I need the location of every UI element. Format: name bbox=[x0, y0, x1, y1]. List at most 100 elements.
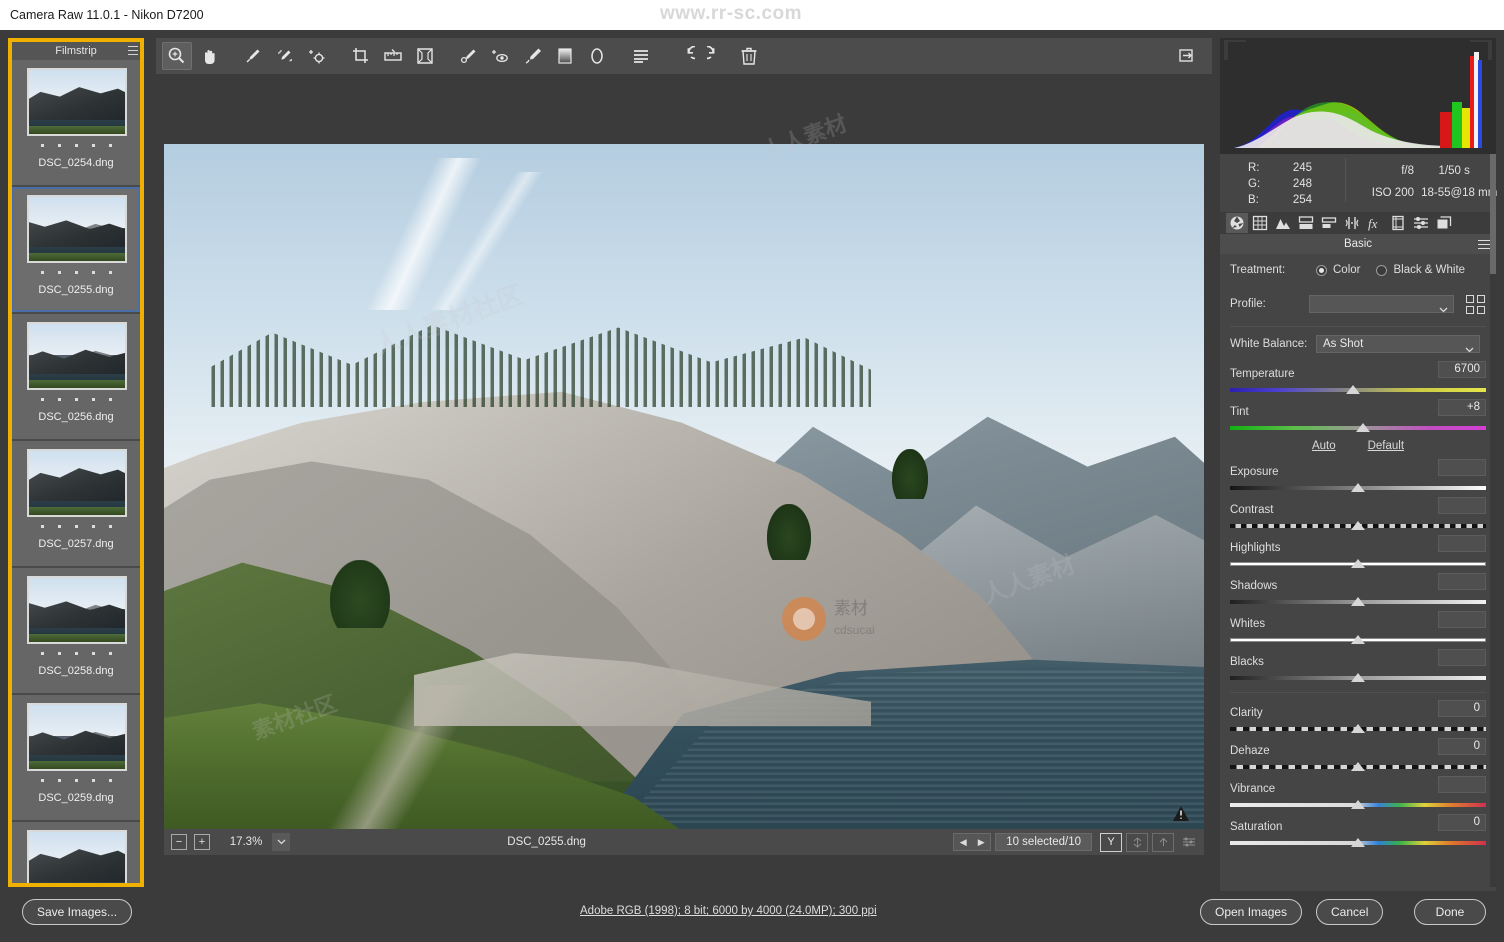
blacks-value[interactable] bbox=[1438, 649, 1486, 666]
selection-count[interactable]: 10 selected/10 bbox=[995, 833, 1092, 851]
dehaze-slider[interactable]: Dehaze0 bbox=[1230, 741, 1486, 769]
crop-tool-icon[interactable] bbox=[346, 42, 376, 70]
filmstrip-thumbnail[interactable]: DSC_0254.dng bbox=[12, 60, 140, 185]
filmstrip-thumbnail[interactable]: DSC_0257.dng bbox=[12, 441, 140, 566]
exposure-slider[interactable]: Exposure bbox=[1230, 462, 1486, 490]
auto-button[interactable]: Auto bbox=[1312, 440, 1336, 460]
exposure-track[interactable] bbox=[1230, 486, 1486, 490]
shadows-slider[interactable]: Shadows bbox=[1230, 576, 1486, 604]
thumbnail-rating-dots[interactable] bbox=[14, 652, 138, 655]
save-images-button[interactable]: Save Images... bbox=[22, 899, 132, 925]
white-balance-select[interactable]: As Shot bbox=[1316, 335, 1480, 353]
blacks-handle[interactable] bbox=[1351, 673, 1365, 682]
filmstrip-settings-icon[interactable] bbox=[1178, 833, 1200, 852]
tint-track[interactable] bbox=[1230, 426, 1486, 430]
targeted-adjustment-icon[interactable] bbox=[302, 42, 332, 70]
exposure-handle[interactable] bbox=[1351, 483, 1365, 492]
contrast-handle[interactable] bbox=[1351, 521, 1365, 530]
zoom-tool-icon[interactable] bbox=[162, 42, 192, 70]
tint-value[interactable]: +8 bbox=[1438, 399, 1486, 416]
panel-tab-strip[interactable]: fx bbox=[1220, 212, 1496, 234]
split-toning-panel-icon[interactable] bbox=[1318, 213, 1340, 233]
color-sampler-icon[interactable] bbox=[270, 42, 300, 70]
calibration-panel-icon[interactable] bbox=[1387, 213, 1409, 233]
thumbnail-rating-dots[interactable] bbox=[14, 271, 138, 274]
filmstrip-thumbnail[interactable]: DSC_0259.dng bbox=[12, 695, 140, 820]
cancel-button[interactable]: Cancel bbox=[1316, 899, 1383, 925]
tint-handle[interactable] bbox=[1356, 423, 1370, 432]
dehaze-track[interactable] bbox=[1230, 765, 1486, 769]
filmstrip-thumbnail[interactable]: DSC_0255.dng bbox=[12, 187, 140, 312]
open-images-button[interactable]: Open Images bbox=[1200, 899, 1302, 925]
workflow-options-link[interactable]: Adobe RGB (1998); 8 bit; 6000 by 4000 (2… bbox=[580, 905, 877, 917]
shadows-handle[interactable] bbox=[1351, 597, 1365, 606]
clarity-slider[interactable]: Clarity0 bbox=[1230, 703, 1486, 731]
graduated-filter-icon[interactable] bbox=[550, 42, 580, 70]
done-button[interactable]: Done bbox=[1414, 899, 1486, 925]
straighten-tool-icon[interactable] bbox=[378, 42, 408, 70]
whites-handle[interactable] bbox=[1351, 635, 1365, 644]
dehaze-value[interactable]: 0 bbox=[1438, 738, 1486, 755]
contrast-slider[interactable]: Contrast bbox=[1230, 500, 1486, 528]
next-image-button[interactable]: ▶ bbox=[972, 837, 990, 848]
clipping-warning-icon[interactable] bbox=[1172, 805, 1190, 827]
white-balance-eyedropper-icon[interactable] bbox=[238, 42, 268, 70]
tint-slider[interactable]: Tint +8 bbox=[1230, 402, 1486, 430]
spot-removal-icon[interactable] bbox=[454, 42, 484, 70]
hand-tool-icon[interactable] bbox=[194, 42, 224, 70]
vibrance-value[interactable] bbox=[1438, 776, 1486, 793]
saturation-handle[interactable] bbox=[1351, 838, 1365, 847]
presets-panel-icon[interactable] bbox=[1410, 213, 1432, 233]
synchronize-button[interactable]: Y bbox=[1100, 833, 1122, 852]
clarity-value[interactable]: 0 bbox=[1438, 700, 1486, 717]
tone-curve-panel-icon[interactable] bbox=[1249, 213, 1271, 233]
rotate-right-icon[interactable] bbox=[702, 42, 732, 70]
vibrance-track[interactable] bbox=[1230, 803, 1486, 807]
temperature-track[interactable] bbox=[1230, 388, 1486, 392]
filmstrip-thumbnail[interactable]: DSC_0258.dng bbox=[12, 568, 140, 693]
filmstrip-menu-icon[interactable] bbox=[128, 46, 138, 55]
scrollbar-thumb[interactable] bbox=[1490, 154, 1496, 274]
filmstrip-list[interactable]: DSC_0254.dngDSC_0255.dngDSC_0256.dngDSC_… bbox=[12, 60, 140, 883]
thumbnail-rating-dots[interactable] bbox=[14, 779, 138, 782]
dehaze-handle[interactable] bbox=[1351, 762, 1365, 771]
filmstrip-move-up-icon[interactable] bbox=[1152, 833, 1174, 852]
transform-tool-icon[interactable] bbox=[410, 42, 440, 70]
treatment-bw-radio[interactable]: Black & White bbox=[1376, 264, 1465, 276]
blacks-slider[interactable]: Blacks bbox=[1230, 652, 1486, 680]
profile-select[interactable] bbox=[1309, 295, 1455, 313]
whites-slider[interactable]: Whites bbox=[1230, 614, 1486, 642]
snapshots-panel-icon[interactable] bbox=[1433, 213, 1455, 233]
filmstrip-thumbnail[interactable] bbox=[12, 822, 140, 883]
saturation-value[interactable]: 0 bbox=[1438, 814, 1486, 831]
blacks-track[interactable] bbox=[1230, 676, 1486, 680]
adjustment-brush-icon[interactable] bbox=[518, 42, 548, 70]
main-toolbar[interactable] bbox=[156, 38, 1212, 74]
basic-panel-icon[interactable] bbox=[1226, 213, 1248, 233]
effects-panel-icon[interactable]: fx bbox=[1364, 213, 1386, 233]
treatment-color-radio[interactable]: Color bbox=[1316, 264, 1360, 276]
thumbnail-rating-dots[interactable] bbox=[14, 525, 138, 528]
highlights-handle[interactable] bbox=[1351, 559, 1365, 568]
shadows-track[interactable] bbox=[1230, 600, 1486, 604]
filmstrip-nav[interactable]: ◀ ▶ bbox=[953, 833, 991, 851]
whites-track[interactable] bbox=[1230, 638, 1486, 642]
profile-browser-grid-icon[interactable] bbox=[1464, 293, 1486, 315]
right-panel-scrollbar[interactable] bbox=[1490, 154, 1496, 887]
toggle-fullscreen-icon[interactable] bbox=[1172, 42, 1202, 70]
thumbnail-rating-dots[interactable] bbox=[14, 144, 138, 147]
presets-list-icon[interactable] bbox=[626, 42, 656, 70]
preview-image[interactable]: 素材 cdsucai bbox=[164, 144, 1204, 837]
clarity-handle[interactable] bbox=[1351, 724, 1365, 733]
vibrance-handle[interactable] bbox=[1351, 800, 1365, 809]
contrast-track[interactable] bbox=[1230, 524, 1486, 528]
histogram-panel[interactable] bbox=[1220, 38, 1496, 154]
thumbnail-rating-dots[interactable] bbox=[14, 398, 138, 401]
delete-icon[interactable] bbox=[734, 42, 764, 70]
default-button[interactable]: Default bbox=[1368, 440, 1404, 460]
vibrance-slider[interactable]: Vibrance bbox=[1230, 779, 1486, 807]
red-eye-removal-icon[interactable] bbox=[486, 42, 516, 70]
temperature-slider[interactable]: Temperature 6700 bbox=[1230, 364, 1486, 392]
rotate-left-icon[interactable] bbox=[670, 42, 700, 70]
temperature-value[interactable]: 6700 bbox=[1438, 361, 1486, 378]
